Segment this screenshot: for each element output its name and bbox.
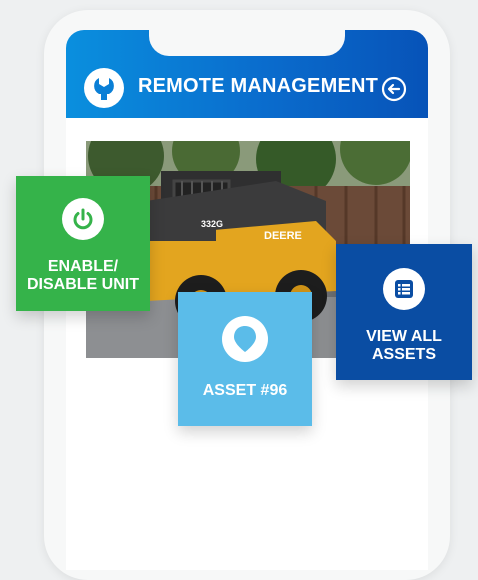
- enable-disable-unit-button[interactable]: ENABLE/ DISABLE UNIT: [16, 176, 150, 311]
- app-header: REMOTE MANAGEMENT: [66, 30, 428, 118]
- view-all-assets-label: VIEW ALL ASSETS: [366, 328, 442, 363]
- enable-disable-label: ENABLE/ DISABLE UNIT: [27, 258, 139, 293]
- asset-96-button[interactable]: ASSET #96: [178, 292, 312, 426]
- asset-label: ASSET #96: [202, 382, 288, 399]
- view-all-assets-button[interactable]: VIEW ALL ASSETS: [336, 244, 472, 380]
- back-button[interactable]: [381, 76, 407, 102]
- phone-notch: [149, 30, 345, 56]
- brand-text: DEERE: [264, 230, 302, 242]
- wrench-icon: [84, 68, 124, 108]
- page-title: REMOTE MANAGEMENT: [138, 75, 379, 97]
- power-icon: [62, 198, 104, 240]
- model-text: 332G: [201, 219, 223, 229]
- list-icon: [383, 268, 425, 310]
- location-pin-icon: [222, 316, 268, 362]
- arrow-left-circle-icon: [381, 76, 407, 102]
